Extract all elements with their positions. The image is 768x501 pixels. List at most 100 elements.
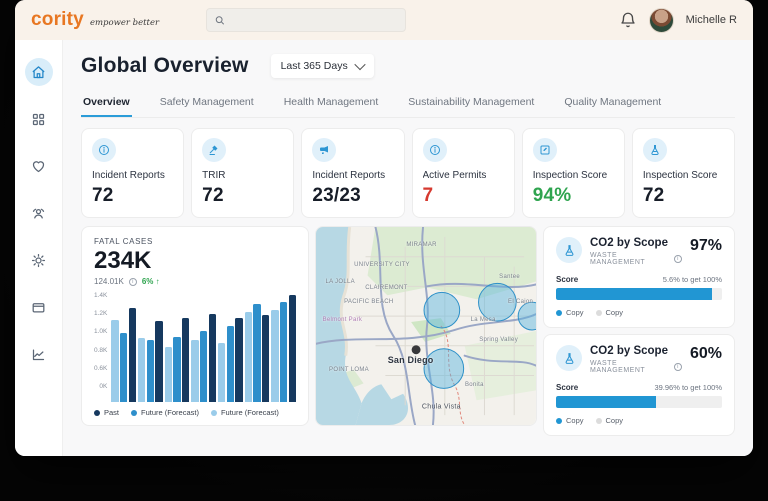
chevron-down-icon [354,59,365,70]
bar [227,326,234,402]
legend-label: Future (Forecast) [141,408,199,417]
bar [111,320,118,402]
chart-legend: Past Future (Forecast) Future (Forecast) [94,408,296,417]
map-label-university-city: UNIVERSITY CITY [354,262,410,268]
bar [235,318,242,402]
tab-health-management[interactable]: Health Management [282,90,381,117]
user-name[interactable]: Michelle R [686,14,737,26]
legend-dot [596,418,602,424]
map-label-san-diego: San Diego [388,355,434,365]
trend-chart-icon [31,347,46,362]
page-background: cority empower better Michelle R [0,0,768,501]
bar [165,347,172,402]
chart-big-value: 234K [94,249,296,273]
sidebar-item-people[interactable] [25,199,53,227]
kpi-card-inspection-score[interactable]: Inspection Score 94% [522,128,625,218]
brand-logo[interactable]: cority empower better [31,9,206,31]
co2-scope-card-2[interactable]: CO2 by Scope WASTE MANAGEMENTi 60% Score… [543,334,735,436]
bar [209,314,216,402]
legend-dot [556,418,562,424]
search-icon [215,15,225,26]
kpi-card-active-permits[interactable]: Active Permits 7 [412,128,515,218]
info-icon[interactable]: i [129,278,137,286]
tab-safety-management[interactable]: Safety Management [158,90,256,117]
info-icon[interactable]: i [674,363,682,371]
kpi-card-incident-reports-2[interactable]: Incident Reports 23/23 [301,128,404,218]
tab-sustainability-management[interactable]: Sustainability Management [406,90,536,117]
kpi-label: Active Permits [423,170,504,181]
bar [191,340,198,402]
bar-chart-bars [111,292,296,402]
map-label-belmont-park: Belmont Park [323,317,363,323]
logo-text: cority [31,9,84,31]
map-label-la-jolla: LA JOLLA [325,279,354,285]
bar [280,302,287,402]
scope-percent: 60% [690,345,722,374]
legend-label: Copy [566,416,584,425]
kpi-value: 72 [202,185,283,207]
score-target: 5.6% to get 100% [663,275,722,284]
main-content: Global Overview Last 365 Days Overview S… [63,40,753,456]
map-label-spring-valley: Spring Valley [479,337,518,343]
sidebar-item-analytics[interactable] [25,340,53,368]
bar [138,338,145,402]
legend-dot-future-light [211,410,217,416]
sidebar-item-settings[interactable] [25,246,53,274]
date-range-label: Last 365 Days [281,60,348,72]
scope-title: CO2 by Scope [590,345,682,357]
kpi-card-incident-reports[interactable]: Incident Reports 72 [81,128,184,218]
scope-title: CO2 by Scope [590,237,682,249]
map-label-el-cajon: El Cajon [508,299,533,305]
kpi-value: 94% [533,185,614,207]
search-input[interactable] [232,14,397,26]
tab-overview[interactable]: Overview [81,90,132,117]
search-bar[interactable] [206,8,406,32]
wallet-icon [31,300,46,315]
notifications-bell-icon[interactable] [619,11,637,29]
gavel-icon [208,144,220,156]
bar [120,333,127,402]
sidebar-item-favorites[interactable] [25,152,53,180]
bar [200,331,207,402]
legend-label: Copy [606,416,624,425]
kpi-value: 7 [423,185,504,207]
bar-group [111,292,136,402]
flask-icon [563,244,576,257]
kpi-label: Incident Reports [312,170,393,181]
kpi-label: Inspection Score [643,170,724,181]
bar [218,343,225,402]
co2-scope-card-1[interactable]: CO2 by Scope WASTE MANAGEMENTi 97% Score… [543,226,735,328]
sidebar-item-wallet[interactable] [25,293,53,321]
heart-icon [31,159,46,174]
bar-chart: 1.4K 1.2K 1.0K 0.8K 0.6K 0K [94,292,296,402]
header-right: Michelle R [619,8,737,33]
kpi-card-inspection-score-2[interactable]: Inspection Score 72 [632,128,735,218]
map-background [316,227,536,425]
people-icon [31,206,46,221]
date-range-dropdown[interactable]: Last 365 Days [271,54,374,78]
info-icon[interactable]: i [674,255,682,263]
legend-label: Copy [566,308,584,317]
map-label-santee: Santee [499,274,520,280]
legend-dot [556,310,562,316]
kpi-card-trir[interactable]: TRIR 72 [191,128,294,218]
bar-group [165,292,190,402]
bar-group [271,292,296,402]
kpi-label: Inspection Score [533,170,614,181]
bar-group [191,292,216,402]
progress-bar [556,396,722,408]
apps-grid-icon [31,112,46,127]
map-card[interactable]: San Diego Chula Vista LA JOLLA UNIVERSIT… [315,226,537,426]
progress-bar [556,288,722,300]
bar-group [245,292,270,402]
sidebar-item-home[interactable] [25,58,53,86]
bar-group [218,292,243,402]
sidebar-item-apps[interactable] [25,105,53,133]
bar [253,304,260,402]
flask-icon [563,352,576,365]
user-avatar[interactable] [649,8,674,33]
legend-label: Past [104,408,119,417]
bar [262,315,269,402]
tab-quality-management[interactable]: Quality Management [562,90,663,117]
legend-dot-past [94,410,100,416]
